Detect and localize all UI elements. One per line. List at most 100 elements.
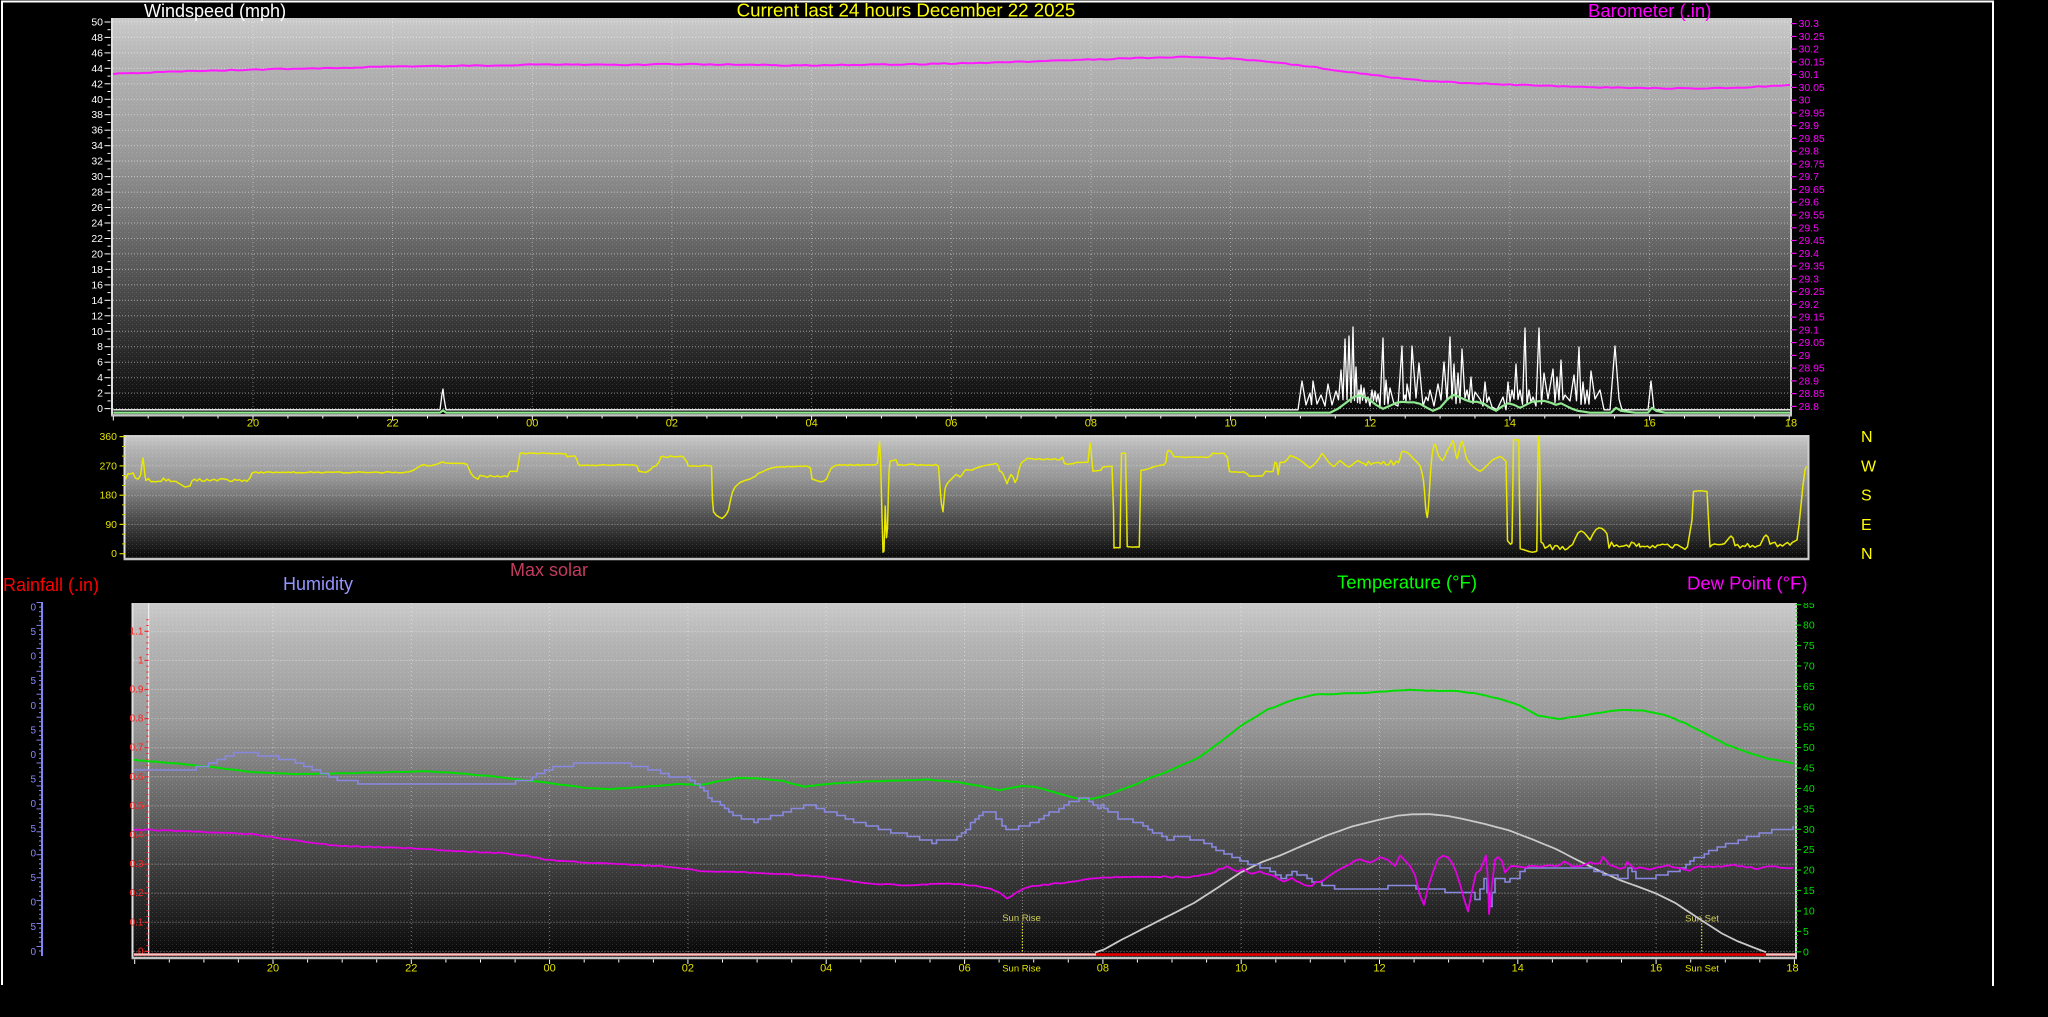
svg-text:16: 16 (91, 279, 103, 291)
svg-text:36: 36 (91, 125, 103, 137)
svg-text:0.4: 0.4 (130, 830, 144, 841)
svg-text:0.7: 0.7 (130, 743, 144, 754)
svg-text:360: 360 (99, 431, 117, 443)
svg-text:29.55: 29.55 (1799, 210, 1825, 222)
svg-text:0: 0 (30, 602, 36, 613)
svg-text:5: 5 (30, 824, 36, 835)
svg-text:Barometer (.in): Barometer (.in) (1588, 0, 1711, 21)
svg-text:5: 5 (30, 775, 36, 786)
svg-text:60: 60 (1803, 701, 1815, 713)
svg-text:28.8: 28.8 (1799, 401, 1820, 413)
svg-text:14: 14 (1512, 963, 1524, 975)
svg-text:1.1: 1.1 (130, 626, 144, 637)
svg-text:65: 65 (1803, 681, 1815, 693)
svg-text:29.3: 29.3 (1799, 273, 1820, 285)
svg-text:Sun Rise: Sun Rise (1002, 964, 1041, 975)
svg-text:N: N (1861, 546, 1873, 563)
svg-text:29.6: 29.6 (1799, 197, 1820, 209)
svg-text:5: 5 (30, 627, 36, 638)
svg-text:80: 80 (1803, 620, 1815, 632)
svg-text:06: 06 (958, 963, 970, 975)
svg-text:5: 5 (30, 725, 36, 736)
svg-text:28.85: 28.85 (1799, 388, 1825, 400)
svg-text:30.3: 30.3 (1799, 18, 1820, 30)
svg-text:29.35: 29.35 (1799, 261, 1825, 273)
svg-text:29.95: 29.95 (1799, 107, 1825, 119)
svg-text:45: 45 (1803, 763, 1815, 775)
svg-text:30.05: 30.05 (1799, 82, 1825, 94)
svg-text:16: 16 (1650, 963, 1662, 975)
svg-text:12: 12 (1373, 963, 1385, 975)
svg-text:Temperature (°F): Temperature (°F) (1337, 572, 1477, 593)
svg-text:10: 10 (1224, 418, 1236, 430)
svg-text:29.5: 29.5 (1799, 222, 1820, 234)
svg-text:08: 08 (1085, 418, 1097, 430)
svg-text:18: 18 (1785, 418, 1797, 430)
svg-text:29: 29 (1799, 350, 1811, 362)
svg-text:20: 20 (267, 963, 279, 975)
svg-text:29.05: 29.05 (1799, 337, 1825, 349)
svg-text:0.2: 0.2 (130, 888, 144, 899)
svg-text:Sun Rise: Sun Rise (1002, 913, 1041, 924)
svg-text:04: 04 (820, 963, 832, 975)
svg-text:Current last 24 hours December: Current last 24 hours December 22 2025 (737, 0, 1076, 21)
svg-text:29.8: 29.8 (1799, 146, 1820, 158)
svg-text:22: 22 (405, 963, 417, 975)
svg-text:29.7: 29.7 (1799, 171, 1820, 183)
svg-text:30.2: 30.2 (1799, 44, 1820, 56)
svg-text:26: 26 (91, 202, 103, 214)
svg-text:2: 2 (97, 388, 103, 400)
svg-text:42: 42 (91, 78, 103, 90)
svg-text:04: 04 (805, 418, 817, 430)
svg-text:0.3: 0.3 (130, 859, 144, 870)
svg-text:29.9: 29.9 (1799, 120, 1820, 132)
svg-text:38: 38 (91, 109, 103, 121)
svg-text:5: 5 (30, 922, 36, 933)
svg-text:12: 12 (1364, 418, 1376, 430)
svg-text:0: 0 (30, 652, 36, 663)
svg-text:22: 22 (386, 418, 398, 430)
svg-text:14: 14 (91, 295, 103, 307)
svg-text:44: 44 (91, 63, 103, 75)
svg-text:Windspeed (mph): Windspeed (mph) (144, 1, 286, 21)
svg-text:06: 06 (945, 418, 957, 430)
svg-text:E: E (1861, 517, 1872, 534)
svg-text:Sun Set: Sun Set (1685, 964, 1719, 975)
svg-text:10: 10 (1803, 906, 1815, 918)
svg-text:29.65: 29.65 (1799, 184, 1825, 196)
svg-text:48: 48 (91, 32, 103, 44)
svg-text:29.2: 29.2 (1799, 299, 1820, 311)
svg-text:0: 0 (30, 701, 36, 712)
svg-text:08: 08 (1097, 963, 1109, 975)
svg-text:40: 40 (1803, 783, 1815, 795)
svg-text:50: 50 (91, 17, 103, 29)
svg-text:14: 14 (1504, 418, 1516, 430)
svg-text:75: 75 (1803, 640, 1815, 652)
svg-text:29.85: 29.85 (1799, 133, 1825, 145)
svg-text:0.9: 0.9 (130, 685, 144, 696)
svg-text:18: 18 (1786, 963, 1798, 975)
svg-text:24: 24 (91, 218, 103, 230)
svg-text:0: 0 (30, 750, 36, 761)
svg-text:02: 02 (682, 963, 694, 975)
svg-text:Dew Point (°F): Dew Point (°F) (1687, 573, 1807, 594)
svg-text:0.1: 0.1 (130, 917, 144, 928)
svg-text:0.5: 0.5 (130, 801, 144, 812)
svg-text:20: 20 (247, 418, 259, 430)
svg-text:70: 70 (1803, 660, 1815, 672)
svg-text:0.6: 0.6 (130, 772, 144, 783)
svg-text:55: 55 (1803, 722, 1815, 734)
svg-text:270: 270 (99, 460, 117, 472)
svg-text:29.25: 29.25 (1799, 286, 1825, 298)
svg-text:1: 1 (138, 655, 144, 666)
svg-text:20: 20 (1803, 865, 1815, 877)
svg-text:25: 25 (1803, 844, 1815, 856)
svg-text:Humidity: Humidity (283, 574, 353, 594)
svg-text:0: 0 (30, 947, 36, 958)
svg-text:5: 5 (30, 676, 36, 687)
svg-text:Max solar: Max solar (510, 560, 588, 580)
svg-text:5: 5 (1803, 926, 1809, 938)
svg-text:N: N (1861, 429, 1873, 446)
svg-text:30.25: 30.25 (1799, 31, 1825, 43)
svg-text:18: 18 (91, 264, 103, 276)
